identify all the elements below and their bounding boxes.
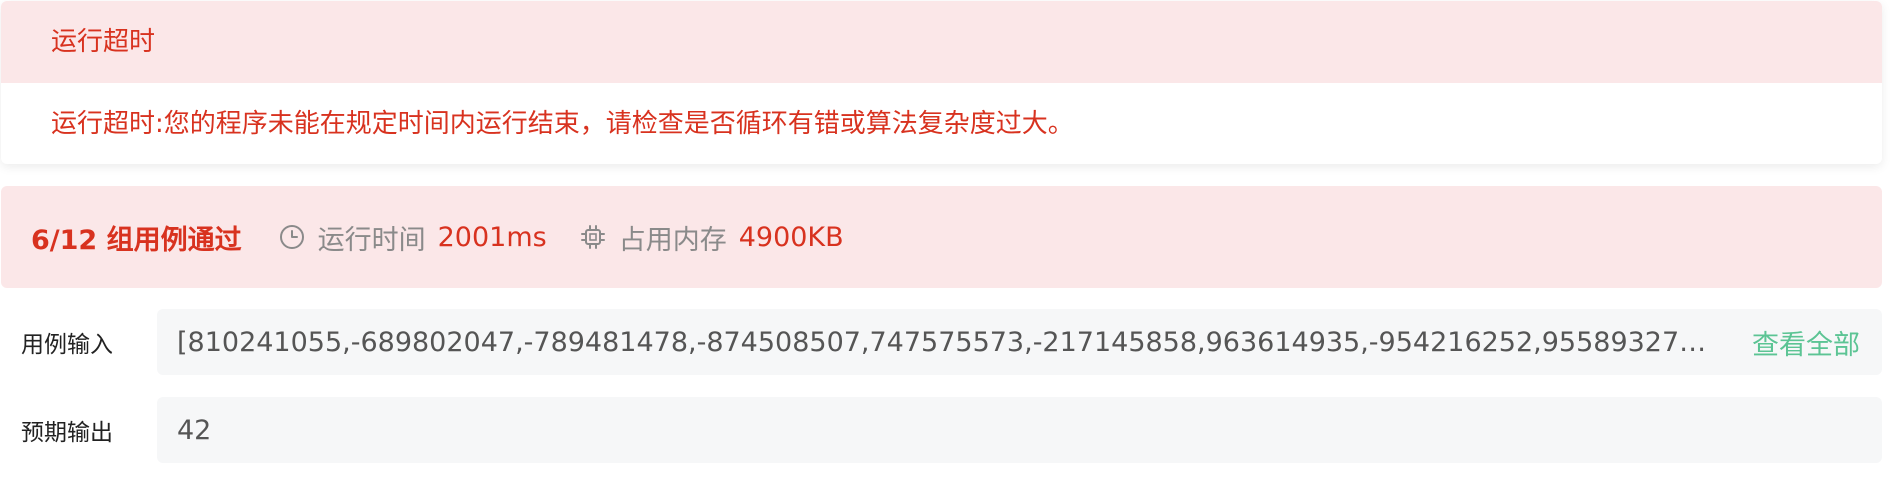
- error-card: 运行超时 运行超时:您的程序未能在规定时间内运行结束，请检查是否循环有错或算法复…: [1, 1, 1882, 164]
- expected-output-box: 42: [157, 397, 1882, 463]
- error-title: 运行超时: [51, 27, 156, 57]
- expected-output-row: 预期输出 42: [0, 397, 1882, 463]
- error-header: 运行超时: [1, 1, 1882, 83]
- memory-label: 占用内存: [618, 224, 727, 256]
- chip-icon: [580, 225, 605, 249]
- test-input-value: [810241055,-689802047,-789481478,-874508…: [177, 326, 1710, 358]
- stats-bar: 6/12 组用例通过 运行时间 2001ms 占用内存 4900KB: [1, 186, 1882, 288]
- error-body: 运行超时:您的程序未能在规定时间内运行结束，请检查是否循环有错或算法复杂度过大。: [1, 83, 1882, 164]
- clock-icon: [279, 225, 304, 249]
- judge-result-panel: 运行超时 运行超时:您的程序未能在规定时间内运行结束，请检查是否循环有错或算法复…: [0, 0, 1894, 478]
- expected-output-value: 42: [177, 414, 212, 446]
- test-input-row: 用例输入 [810241055,-689802047,-789481478,-8…: [0, 309, 1882, 375]
- runtime-stat: 运行时间 2001ms: [278, 218, 547, 257]
- error-message: 运行超时:您的程序未能在规定时间内运行结束，请检查是否循环有错或算法复杂度过大。: [51, 108, 1074, 139]
- test-input-box: [810241055,-689802047,-789481478,-874508…: [157, 309, 1882, 375]
- memory-value: 4900KB: [738, 221, 844, 253]
- pass-summary: 6/12 组用例通过: [31, 224, 242, 256]
- runtime-label: 运行时间: [317, 224, 426, 256]
- runtime-value: 2001ms: [437, 221, 547, 253]
- expected-output-label: 预期输出: [21, 420, 113, 446]
- view-all-link[interactable]: 查看全部: [1752, 323, 1860, 362]
- memory-stat: 占用内存 4900KB: [579, 218, 844, 257]
- test-input-label: 用例输入: [21, 332, 113, 358]
